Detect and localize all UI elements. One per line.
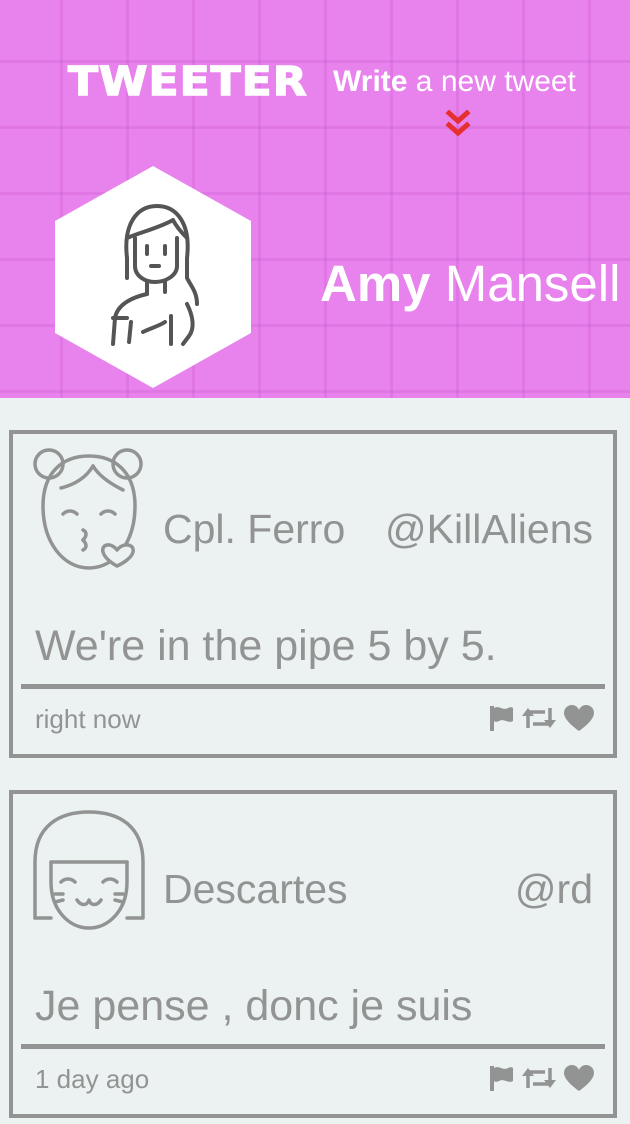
app-logo: TWEETER — [67, 57, 308, 105]
tweet-handle[interactable]: @KillAliens — [385, 506, 593, 553]
user-name: Amy Mansell — [320, 254, 620, 313]
tweet-card: Descartes @rd Je pense , donc je suis 1 … — [9, 790, 617, 1118]
flag-icon[interactable] — [487, 704, 515, 732]
write-link-rest: a new tweet — [407, 65, 576, 98]
tweet-divider — [21, 1044, 605, 1049]
heart-icon[interactable] — [563, 704, 595, 732]
user-last-name: Mansell — [430, 255, 621, 312]
tweet-content: We're in the pipe 5 by 5. — [35, 622, 497, 670]
tweet-divider — [21, 684, 605, 689]
smile-face-avatar-icon — [33, 810, 145, 930]
user-first-name: Amy — [320, 255, 431, 312]
tweet-actions — [487, 702, 595, 734]
write-link-bold: Write — [333, 65, 408, 98]
tweet-timestamp: 1 day ago — [35, 1064, 150, 1094]
tweet-content: Je pense , donc je suis — [35, 982, 473, 1030]
retweet-icon[interactable] — [521, 704, 557, 732]
tweet-card: Cpl. Ferro @KillAliens We're in the pipe… — [9, 430, 617, 758]
flag-icon[interactable] — [487, 1064, 515, 1092]
kiss-face-avatar-icon — [33, 448, 143, 570]
heart-icon[interactable] — [563, 1064, 595, 1092]
tweet-author[interactable]: Descartes — [163, 866, 348, 913]
user-avatar — [55, 166, 251, 388]
write-new-tweet-link[interactable]: Write a new tweet — [333, 65, 576, 99]
profile-header: TWEETER Write a new tweet Amy Mansell — [0, 0, 630, 398]
tweet-handle[interactable]: @rd — [515, 866, 593, 913]
tweet-author[interactable]: Cpl. Ferro — [163, 506, 345, 553]
chevron-double-down-icon[interactable] — [444, 110, 472, 140]
retweet-icon[interactable] — [521, 1064, 557, 1092]
tweet-timestamp: right now — [35, 704, 141, 734]
tweet-actions — [487, 1062, 595, 1094]
